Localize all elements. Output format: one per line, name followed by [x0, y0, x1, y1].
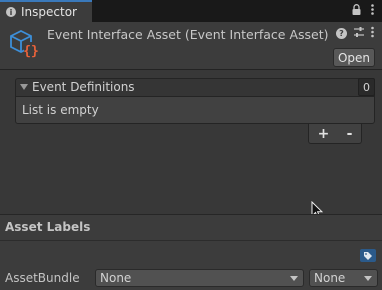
presets-icon[interactable]	[353, 26, 365, 41]
asset-bundle-value: None	[100, 271, 132, 285]
kebab-menu-icon[interactable]	[371, 26, 374, 41]
kebab-menu-icon[interactable]	[371, 4, 374, 18]
tag-icon[interactable]	[360, 249, 376, 262]
inspector-header: {} Event Interface Asset (Event Interfac…	[0, 22, 382, 70]
lock-icon[interactable]	[352, 4, 361, 18]
event-definitions-list: List is empty	[15, 96, 375, 124]
add-element-button[interactable]: +	[318, 126, 330, 142]
event-interface-asset-icon: {}	[8, 28, 40, 60]
info-icon: i	[6, 7, 16, 17]
asset-bundle-variant-dropdown[interactable]: None	[309, 269, 378, 287]
list-footer: + -	[308, 124, 362, 144]
event-definitions-label: Event Definitions	[32, 80, 135, 94]
svg-text:{}: {}	[23, 44, 39, 59]
tab-inspector[interactable]: i Inspector	[0, 0, 92, 22]
divider	[0, 240, 382, 241]
help-icon[interactable]: ?	[336, 28, 347, 39]
tab-controls	[352, 4, 374, 18]
remove-element-button[interactable]: -	[347, 126, 353, 142]
asset-labels-section: Asset Labels AssetBundle None None	[0, 214, 382, 290]
asset-labels-title: Asset Labels	[5, 220, 91, 234]
asset-bundle-label: AssetBundle	[5, 271, 80, 285]
list-empty-text: List is empty	[22, 103, 99, 117]
tab-bar: i Inspector	[0, 0, 382, 22]
asset-bundle-dropdown[interactable]: None	[95, 269, 304, 287]
open-button[interactable]: Open	[333, 48, 375, 67]
header-icons: ?	[336, 26, 374, 41]
chevron-down-icon	[290, 276, 298, 281]
asset-bundle-variant-value: None	[314, 271, 346, 285]
tab-label: Inspector	[21, 5, 77, 19]
event-definitions-header[interactable]: Event Definitions 0	[15, 78, 375, 96]
list-size-field[interactable]: 0	[358, 78, 375, 96]
asset-title: Event Interface Asset (Event Interface A…	[47, 27, 329, 42]
foldout-arrow-icon[interactable]	[20, 84, 28, 90]
chevron-down-icon	[364, 276, 372, 281]
